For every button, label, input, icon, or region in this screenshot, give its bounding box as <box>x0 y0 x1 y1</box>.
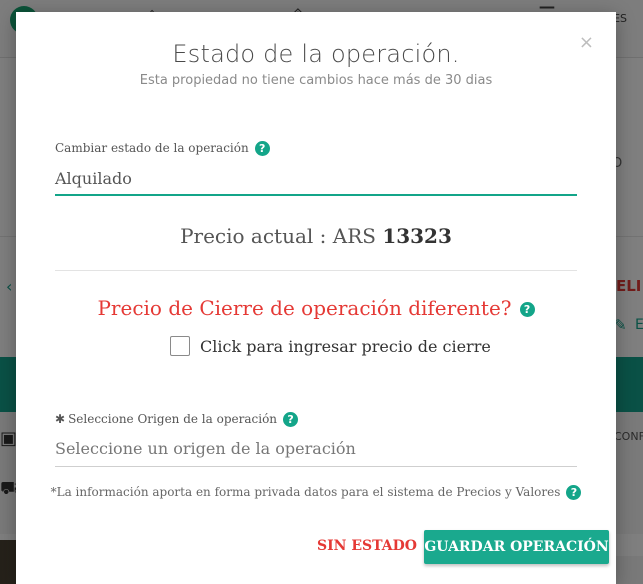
info-note-text: *La información aporta en forma privada … <box>50 485 561 499</box>
status-field-label: Cambiar estado de la operación? <box>55 141 270 156</box>
help-icon[interactable]: ? <box>519 302 535 317</box>
closing-price-question: Precio de Cierre de operación diferente?… <box>16 296 616 320</box>
closing-price-checkbox-label[interactable]: Click para ingresar precio de cierre <box>200 337 491 356</box>
price-prefix: Precio actual : ARS <box>180 224 383 248</box>
no-status-button[interactable]: SIN ESTADO <box>307 530 427 562</box>
required-asterisk-icon: ✱ <box>55 412 66 426</box>
help-icon[interactable]: ? <box>283 412 299 427</box>
modal-subtitle: Esta propiedad no tiene cambios hace más… <box>139 73 493 88</box>
help-icon[interactable]: ? <box>566 485 582 500</box>
origin-select[interactable]: Seleccione un origen de la operación <box>55 439 577 467</box>
info-note: *La información aporta en forma privada … <box>16 485 616 500</box>
origin-field-label: ✱ Seleccione Origen de la operación? <box>55 412 299 427</box>
status-select[interactable]: Alquilado <box>55 169 577 196</box>
closing-price-checkbox[interactable] <box>170 336 190 356</box>
status-field-label-text: Cambiar estado de la operación <box>55 141 249 155</box>
origin-field-label-text: Seleccione Origen de la operación <box>68 412 278 426</box>
save-operation-button[interactable]: GUARDAR OPERACIÓN <box>424 530 609 564</box>
current-price: Precio actual : ARS 13323 <box>16 224 616 248</box>
closing-price-question-text: Precio de Cierre de operación diferente? <box>97 296 512 320</box>
operation-status-modal: × Estado de la operación. Esta propiedad… <box>16 12 616 584</box>
help-icon[interactable]: ? <box>254 141 270 156</box>
price-amount: 13323 <box>382 224 452 248</box>
closing-price-checkbox-row[interactable]: Click para ingresar precio de cierre <box>170 334 491 358</box>
modal-title: Estado de la operación. <box>172 40 460 68</box>
divider <box>55 270 577 271</box>
